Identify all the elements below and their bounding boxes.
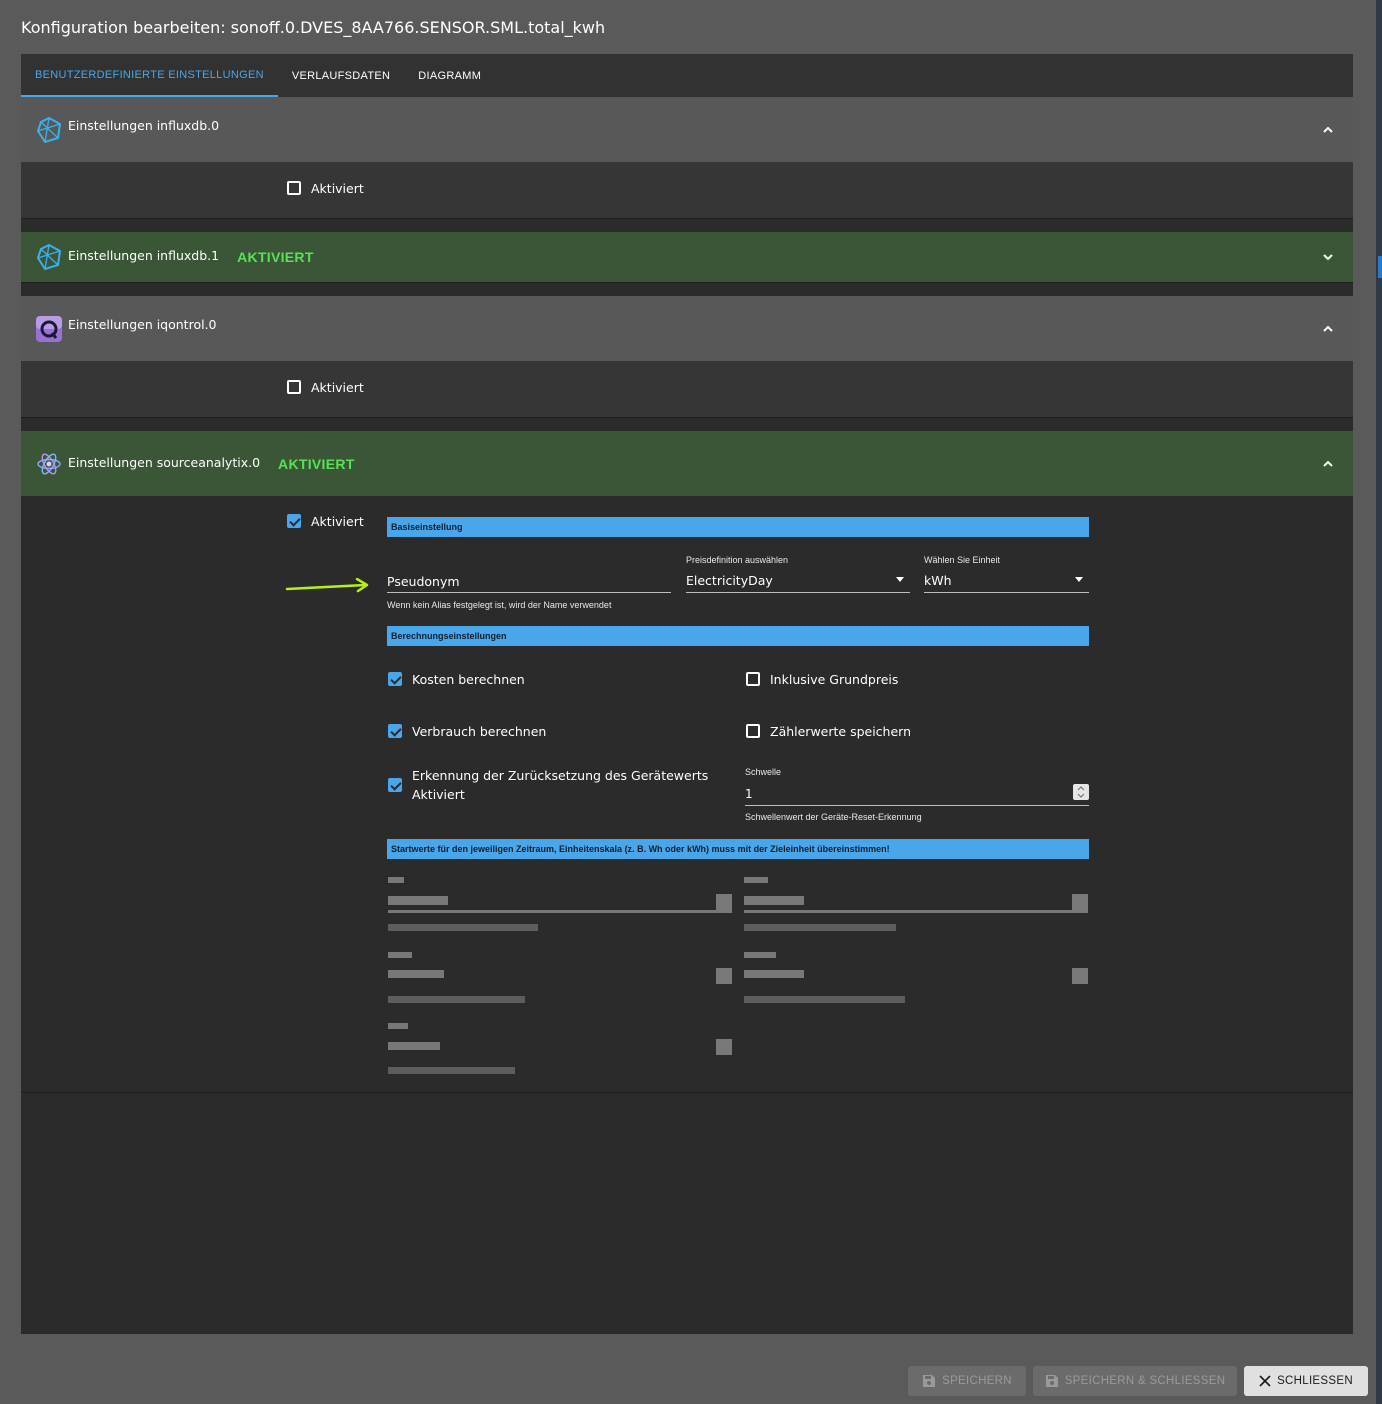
calc-costs-label: Kosten berechnen <box>412 672 525 687</box>
alias-helper: Wenn kein Alias festgelegt ist, wird der… <box>387 600 612 610</box>
accordion-influxdb1-title: Einstellungen influxdb.1 <box>68 248 220 263</box>
backdrop-mark <box>1378 256 1382 278</box>
number-spinner-icon[interactable] <box>1073 784 1089 800</box>
alias-input[interactable]: Pseudonym <box>387 574 460 589</box>
save-meter-values-checkbox[interactable] <box>746 724 760 738</box>
reset-detection-label-line2: Aktiviert <box>412 787 465 802</box>
accordion-influxdb0-header[interactable]: Einstellungen influxdb.0 <box>21 97 1353 162</box>
section-start-values: Startwerte für den jeweiligen Zeitraum, … <box>387 839 1089 859</box>
dialog-title: Konfiguration bearbeiten: sonoff.0.DVES_… <box>21 18 606 37</box>
chevron-up-icon[interactable] <box>1321 123 1335 137</box>
accordion-influxdb0-body: Aktiviert <box>21 162 1353 218</box>
save-button[interactable]: SPEICHERN <box>908 1366 1026 1396</box>
accordion-influxdb0-title: Einstellungen influxdb.0 <box>68 118 220 133</box>
chevron-up-icon[interactable] <box>1321 457 1335 471</box>
section-basic-settings: Basiseinstellung <box>387 517 1089 537</box>
section-calculation-settings: Berechnungseinstellungen <box>387 626 1089 646</box>
save-meter-values-label: Zählerwerte speichern <box>770 724 912 739</box>
influxdb0-enabled-label: Aktiviert <box>311 181 364 196</box>
unit-select[interactable]: kWh <box>924 573 952 588</box>
influxdb-icon <box>36 243 62 271</box>
tab-chart[interactable]: DIAGRAMM <box>404 54 495 97</box>
save-and-close-button[interactable]: SPEICHERN & SCHLIESSEN <box>1033 1366 1237 1396</box>
accordion-sourceanalytix0-body: Aktiviert Basiseinstellung Pseudonym Wen… <box>21 496 1353 1093</box>
atom-icon <box>37 453 61 474</box>
dropdown-caret-icon[interactable] <box>896 577 904 582</box>
accordion-gap <box>21 282 1353 296</box>
price-definition-underline <box>686 592 910 593</box>
accordion-sourceanalytix0-header[interactable]: Einstellungen sourceanalytix.0 AKTIVIERT <box>21 431 1353 496</box>
accordion-iqontrol0-header[interactable]: Einstellungen iqontrol.0 <box>21 296 1353 361</box>
iqontrol-icon <box>36 315 62 342</box>
reset-detection-checkbox[interactable] <box>388 778 402 792</box>
close-icon <box>1259 1375 1271 1387</box>
chevron-up-icon[interactable] <box>1321 322 1335 336</box>
tab-bar: BENUTZERDEFINIERTE EINSTELLUNGEN VERLAUF… <box>21 54 1353 97</box>
tab-history-data[interactable]: VERLAUFSDATEN <box>278 54 404 97</box>
floppy-disk-icon <box>923 1375 936 1387</box>
influxdb0-enabled-checkbox[interactable] <box>287 181 301 195</box>
iqontrol0-enabled-checkbox[interactable] <box>287 380 301 394</box>
status-badge: AKTIVIERT <box>278 455 355 472</box>
accordion-influxdb1-header[interactable]: Einstellungen influxdb.1 AKTIVIERT <box>21 232 1353 282</box>
save-button-label: SPEICHERN <box>942 1375 1012 1387</box>
calc-costs-checkbox[interactable] <box>388 672 402 686</box>
close-button-label: SCHLIESSEN <box>1277 1375 1353 1387</box>
dialog-panel: BENUTZERDEFINIERTE EINSTELLUNGEN VERLAUF… <box>21 54 1353 1334</box>
influxdb-icon <box>36 116 62 143</box>
threshold-input[interactable]: 1 <box>745 787 753 801</box>
chevron-down-icon[interactable] <box>1321 250 1335 264</box>
calc-consumption-label: Verbrauch berechnen <box>412 724 547 739</box>
accordion-iqontrol0-title: Einstellungen iqontrol.0 <box>68 317 217 332</box>
incl-base-price-checkbox[interactable] <box>746 672 760 686</box>
dropdown-caret-icon[interactable] <box>1075 577 1083 582</box>
alias-underline <box>387 592 671 593</box>
accordion-gap <box>21 218 1353 232</box>
iqontrol0-enabled-label: Aktiviert <box>311 380 364 395</box>
threshold-underline <box>745 805 1089 806</box>
accordion-gap <box>21 417 1353 431</box>
status-badge: AKTIVIERT <box>237 249 314 265</box>
floppy-disk-icon <box>1045 1375 1058 1387</box>
unit-label: Wählen Sie Einheit <box>924 555 1001 565</box>
close-button[interactable]: SCHLIESSEN <box>1244 1366 1368 1396</box>
annotation-arrow-icon <box>285 578 369 593</box>
calc-consumption-checkbox[interactable] <box>388 724 402 738</box>
price-definition-select[interactable]: ElectricityDay <box>686 573 773 588</box>
tab-custom-settings[interactable]: BENUTZERDEFINIERTE EINSTELLUNGEN <box>21 54 278 97</box>
save-and-close-button-label: SPEICHERN & SCHLIESSEN <box>1064 1375 1226 1387</box>
unit-underline <box>924 592 1089 593</box>
backdrop-strip <box>1376 0 1382 1404</box>
price-definition-label: Preisdefinition auswählen <box>686 555 789 565</box>
threshold-helper: Schwellenwert der Geräte-Reset-Erkennung <box>745 812 922 822</box>
accordion-iqontrol0-body: Aktiviert <box>21 361 1353 417</box>
threshold-label: Schwelle <box>745 767 782 777</box>
sourceanalytix0-enabled-label: Aktiviert <box>311 514 364 529</box>
sourceanalytix0-enabled-checkbox[interactable] <box>287 514 301 528</box>
accordion-sourceanalytix0-title: Einstellungen sourceanalytix.0 <box>68 454 261 470</box>
section-divider <box>21 1092 1353 1093</box>
reset-detection-label-line1: Erkennung der Zurücksetzung des Gerätewe… <box>412 768 709 783</box>
incl-base-price-label: Inklusive Grundpreis <box>770 672 899 687</box>
